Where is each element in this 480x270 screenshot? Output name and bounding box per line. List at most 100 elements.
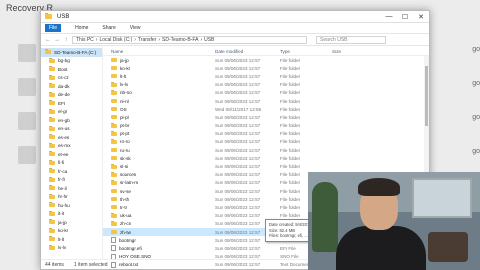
folder-icon [111, 164, 117, 169]
file-row[interactable]: sl-si Sun 09/06/2023 12:57 File folder [103, 162, 429, 170]
folder-icon [45, 13, 52, 19]
file-row[interactable]: ko-kr Sun 09/06/2023 12:57 File folder [103, 64, 429, 72]
file-row[interactable]: sk-sk Sun 09/06/2023 12:57 File folder [103, 154, 429, 162]
nav-item[interactable]: Boot [41, 65, 102, 74]
minimize-button[interactable]: — [381, 11, 397, 23]
nav-item-label: EFI [58, 100, 66, 106]
nav-item[interactable]: he-il [41, 184, 102, 193]
file-type: File folder [280, 57, 301, 63]
close-button[interactable]: ✕ [413, 11, 429, 23]
column-type[interactable]: Type [280, 49, 332, 54]
nav-item[interactable]: es-mx [41, 142, 102, 151]
nav-item[interactable]: en-us [41, 125, 102, 134]
nav-item[interactable]: de-de [41, 91, 102, 100]
file-date: Sun 09/06/2023 12:57 [215, 98, 261, 104]
folder-icon [49, 134, 55, 140]
folder-icon [49, 108, 55, 114]
tab-share[interactable]: Share [102, 25, 115, 31]
address-bar[interactable]: This PC › Local Disk (C:) › Transfer › SD-T… [72, 35, 307, 44]
nav-item[interactable]: ko-kr [41, 227, 102, 236]
file-name: uk-ua [120, 213, 132, 219]
breadcrumb-item[interactable]: USB [204, 37, 214, 43]
person-body [336, 226, 426, 270]
file-name: pl-pl [120, 114, 129, 120]
nav-item[interactable]: EFI [41, 99, 102, 108]
file-date: Sun 09/06/2023 12:57 [215, 164, 261, 170]
tab-home[interactable]: Home [75, 25, 88, 31]
tab-file[interactable]: File [45, 24, 62, 32]
file-name: sl-si [120, 164, 129, 170]
file-row[interactable]: nb-no Sun 09/06/2023 12:57 File folder [103, 89, 429, 97]
file-row[interactable]: ro-ro Sun 09/06/2023 12:57 File folder [103, 138, 429, 146]
folder-icon [111, 196, 117, 202]
webcam-overlay [308, 172, 480, 270]
folder-icon [49, 57, 55, 63]
column-size[interactable]: Size [332, 49, 372, 54]
column-date[interactable]: Date modified [215, 49, 280, 54]
file-date: Sun 09/06/2023 12:57 [215, 188, 261, 194]
folder-icon [49, 236, 55, 242]
breadcrumb-item[interactable]: This PC [76, 37, 94, 43]
nav-item[interactable]: es-es [41, 133, 102, 142]
breadcrumb-item[interactable]: Local Disk (C:) [99, 37, 132, 43]
file-name: ko-kr [120, 65, 131, 71]
nav-item[interactable]: et-ee [41, 150, 102, 159]
scrollbar-thumb[interactable] [425, 66, 428, 126]
window-title: USB [57, 13, 70, 20]
forward-arrow-icon[interactable]: → [54, 37, 60, 43]
navigation-pane: SD-Teamo-B-FA (C:) bg-bg Boot cs-cz da-dk de-… [41, 47, 103, 259]
nav-item-label: es-es [58, 134, 70, 140]
background-file-icon [18, 78, 36, 96]
folder-icon [111, 213, 117, 218]
folder-icon [111, 221, 117, 226]
folder-icon [111, 57, 117, 63]
nav-item[interactable]: en-gb [41, 116, 102, 125]
nav-item[interactable]: cs-cz [41, 74, 102, 83]
file-row[interactable]: ja-jp Sun 09/06/2023 12:57 File folder [103, 56, 429, 64]
file-row[interactable]: ru-ru Sun 09/06/2023 12:57 File folder [103, 146, 429, 154]
nav-item[interactable]: fr-ca [41, 167, 102, 176]
nav-item-label: fr-fr [58, 177, 66, 183]
file-date: Sun 09/06/2023 12:57 [215, 131, 261, 137]
nav-item[interactable]: da-dk [41, 82, 102, 91]
maximize-button[interactable]: ☐ [397, 11, 413, 23]
search-input[interactable]: Search USB [316, 35, 386, 44]
nav-item[interactable]: lt-lt [41, 235, 102, 244]
back-arrow-icon[interactable]: ← [45, 37, 51, 43]
nav-item[interactable]: ja-jp [41, 218, 102, 227]
nav-item[interactable]: bg-bg [41, 57, 102, 66]
file-name: zh-tw [120, 229, 131, 235]
file-row[interactable]: lv-lv Sun 09/06/2023 12:57 File folder [103, 81, 429, 89]
nav-item[interactable]: it-it [41, 210, 102, 219]
folder-icon [49, 91, 55, 97]
nav-item[interactable]: hr-hr [41, 193, 102, 202]
file-type: File folder [280, 131, 301, 137]
folder-icon [111, 188, 117, 194]
file-date: Sun 09/06/2023 12:57 [215, 196, 261, 202]
file-date: Sun 09/06/2023 12:57 [215, 57, 261, 63]
file-row[interactable]: nl-nl Sun 09/06/2023 12:57 File folder [103, 97, 429, 105]
tab-view[interactable]: View [130, 25, 141, 31]
nav-item[interactable]: fi-fi [41, 159, 102, 168]
nav-item[interactable]: hu-hu [41, 201, 102, 210]
file-row[interactable]: pt-br Sun 09/06/2023 12:57 File folder [103, 122, 429, 130]
nav-item[interactable]: lv-lv [41, 244, 102, 253]
file-name: tr-tr [120, 204, 128, 210]
column-name[interactable]: Name [103, 49, 215, 54]
file-row[interactable]: pl-pl Sun 09/06/2023 12:57 File folder [103, 113, 429, 121]
nav-item-label: cs-cz [58, 75, 69, 81]
breadcrumb-item[interactable]: Transfer [138, 37, 156, 43]
nav-item[interactable]: fr-fr [41, 176, 102, 185]
file-row[interactable]: OS Wed 08/11/2017 13:59 File folder [103, 105, 429, 113]
breadcrumb-item[interactable]: SD-Teamo-B-FA [162, 37, 198, 43]
file-name: lt-lt [120, 73, 127, 79]
folder-icon [111, 172, 117, 177]
file-row[interactable]: pt-pt Sun 09/06/2023 12:57 File folder [103, 130, 429, 138]
nav-item-label: it-it [58, 211, 65, 217]
file-row[interactable]: lt-lt Sun 09/06/2023 12:57 File folder [103, 72, 429, 80]
nav-item[interactable]: el-gr [41, 108, 102, 117]
file-name: nl-nl [120, 98, 129, 104]
nav-item[interactable]: SD-Teamo-B-FA (C:) [41, 48, 102, 57]
file-date: Sun 09/06/2023 12:57 [215, 65, 261, 71]
up-arrow-icon[interactable]: ↑ [63, 37, 69, 43]
